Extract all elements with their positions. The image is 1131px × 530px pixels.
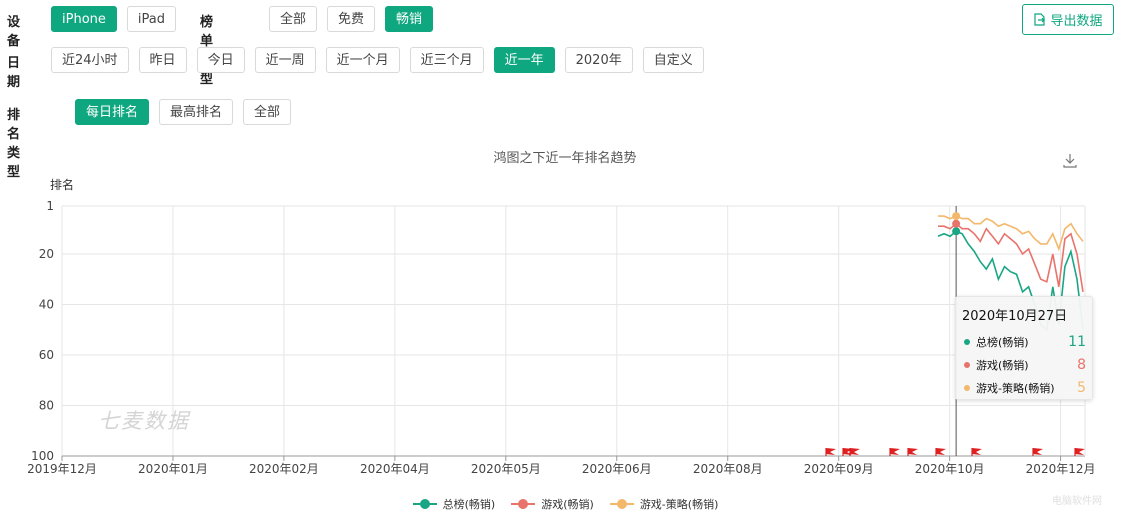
y-axis-label: 排名 [50,177,74,192]
chart-type-option[interactable]: 全部 [269,6,318,32]
legend-label: 游戏(畅销) [541,498,594,511]
tooltip-series-name: 总榜(畅销) [976,335,1029,349]
watermark: 七麦数据 [98,409,190,433]
event-flag-icon [936,448,946,455]
tooltip-value: 11 [1068,333,1086,350]
rank-type-options: 每日排名 最高排名 全部 [75,99,292,125]
date-option[interactable]: 近一周 [254,47,316,73]
rank-type-option[interactable]: 最高排名 [159,99,234,125]
event-flag-icon [890,448,900,455]
x-tick-label: 2020年01月 [138,462,208,476]
legend-label: 游戏-策略(畅销) [639,498,719,511]
x-tick-label: 2020年09月 [804,462,874,476]
chart-type-option[interactable]: 畅销 [385,6,434,32]
legend-item[interactable]: 游戏-策略(畅销) [609,496,719,512]
date-option[interactable]: 近三个月 [409,47,484,73]
x-tick-label: 2020年12月 [1026,462,1096,476]
date-option[interactable]: 近一年 [493,47,555,73]
x-tick-label: 2020年05月 [471,462,541,476]
y-tick-label: 80 [39,398,54,412]
chart-type-options: 全部 免费 畅销 [269,6,434,32]
date-option[interactable]: 近24小时 [51,47,129,73]
download-icon[interactable] [1062,152,1078,168]
legend-marker [511,499,536,509]
legend-marker [609,499,634,509]
event-flag-icon [908,448,918,455]
y-tick-label: 60 [39,348,54,362]
x-tick-label: 2020年08月 [693,462,763,476]
rank-type-option[interactable]: 每日排名 [75,99,150,125]
legend-label: 总榜(畅销) [442,498,496,511]
device-option[interactable]: iPhone [51,6,117,32]
x-tick-label: 2020年02月 [249,462,319,476]
y-tick-label: 1 [46,199,54,213]
event-flag-icon [826,448,836,455]
corner-watermark: 电脑软件网 [1052,496,1102,507]
date-options: 近24小时 昨日 今日 近一周 近一个月 近三个月 近一年 2020年 自定义 [51,47,704,73]
rank-type-option[interactable]: 全部 [243,99,292,125]
tooltip-rows: 总榜(畅销) 11 游戏(畅销) 8 游戏-策略(畅销) 5 [962,330,1086,399]
tooltip-row: 游戏-策略(畅销) 5 [962,376,1086,399]
x-tick-label: 2019年12月 [27,462,97,476]
x-tick-label: 2020年06月 [582,462,652,476]
legend-item[interactable]: 游戏(畅销) [511,496,594,512]
tooltip-dot [964,384,970,391]
tooltip-row: 总榜(畅销) 11 [962,330,1086,353]
chart-tooltip: 2020年10月27日 总榜(畅销) 11 游戏(畅销) 8 游戏-策略(畅销) 5 [955,296,1093,400]
tooltip-series-name: 游戏-策略(畅销) [976,381,1055,395]
hover-point-2 [952,212,961,221]
y-tick-label: 20 [39,247,54,261]
chart-legend: 总榜(畅销) 游戏(畅销) 游戏-策略(畅销) [0,496,1131,512]
tooltip-dot [964,338,970,345]
date-label: 日期 [7,56,21,90]
device-options: iPhone iPad [51,6,176,32]
device-label: 设备 [7,15,21,49]
tooltip-value: 8 [1077,356,1086,373]
y-tick-label: 100 [31,449,54,463]
export-label: 导出数据 [1050,14,1103,29]
tooltip-date: 2020年10月27日 [962,309,1068,324]
tooltip-dot [964,361,970,368]
x-tick-label: 2020年04月 [360,462,430,476]
tooltip-value: 5 [1077,379,1086,396]
date-option[interactable]: 昨日 [138,47,187,73]
event-flag-icon [850,448,860,455]
event-flag-icon [1033,448,1043,455]
series-line-1 [938,222,1084,293]
y-tick-label: 40 [39,297,54,311]
chart-title: 鸿图之下近一年排名趋势 [493,150,636,166]
chart-type-option[interactable]: 免费 [327,6,376,32]
device-option[interactable]: iPad [126,6,176,32]
hover-point-1 [952,219,961,228]
tooltip-series-name: 游戏(畅销) [976,358,1029,372]
x-tick-label: 2020年10月 [915,462,985,476]
export-button[interactable]: 导出数据 [1022,4,1114,35]
date-option[interactable]: 自定义 [642,47,704,73]
export-icon [1034,13,1046,26]
event-flag-icon [972,448,982,455]
hover-point-0 [952,227,961,236]
date-option[interactable]: 2020年 [564,47,633,73]
legend-item[interactable]: 总榜(畅销) [412,496,496,512]
tooltip-row: 游戏(畅销) 8 [962,353,1086,376]
event-flag-icon [1075,448,1085,455]
legend-marker [412,499,437,509]
date-option[interactable]: 近一个月 [325,47,400,73]
date-option[interactable]: 今日 [196,47,245,73]
